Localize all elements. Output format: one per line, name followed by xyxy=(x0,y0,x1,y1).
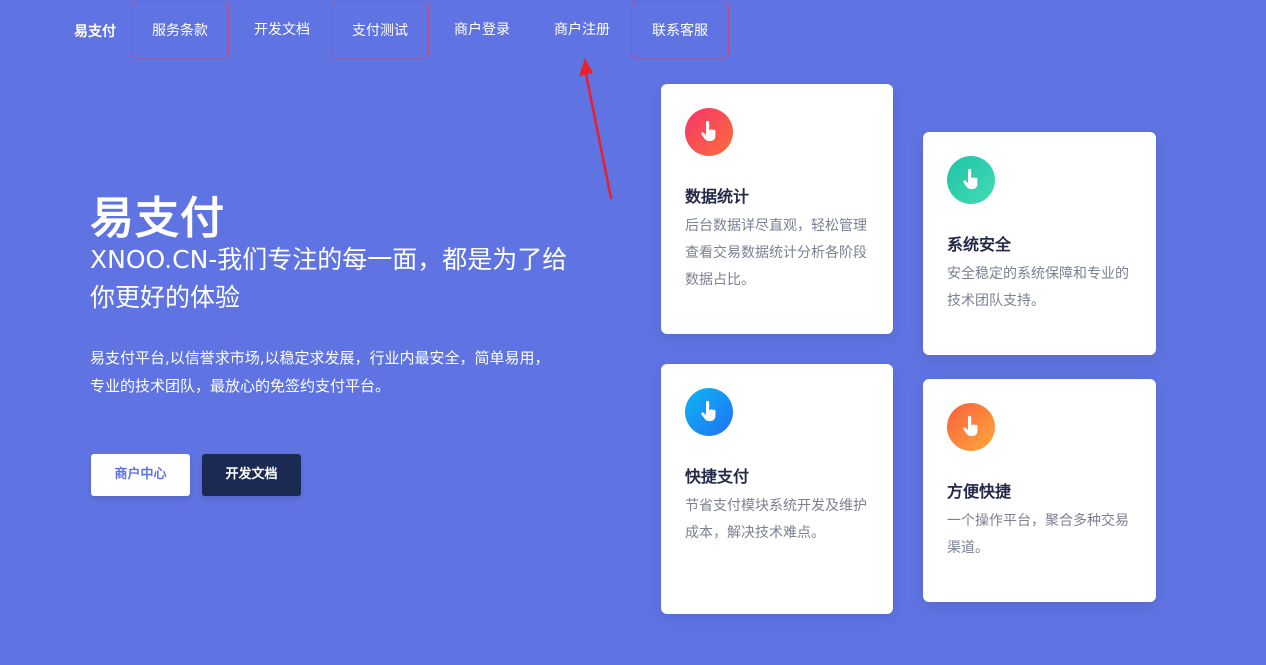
hand-pointer-icon xyxy=(947,403,995,451)
nav-item-dev-docs[interactable]: 开发文档 xyxy=(233,1,331,59)
feature-card-data-stats: 数据统计 后台数据详尽直观，轻松管理查看交易数据统计分析各阶段数据占比。 xyxy=(661,84,893,334)
annotation-arrow xyxy=(579,58,613,200)
card-title: 方便快捷 xyxy=(947,482,1012,501)
nav-item-terms[interactable]: 服务条款 xyxy=(131,1,229,59)
card-description: 一个操作平台，聚合多种交易渠道。 xyxy=(947,513,1129,556)
top-nav: 易支付 服务条款 开发文档 支付测试 商户登录 商户注册 联系客服 xyxy=(0,0,1266,62)
merchant-center-button[interactable]: 商户中心 xyxy=(91,454,190,496)
card-description: 节省支付模块系统开发及维护成本，解决技术难点。 xyxy=(685,498,867,541)
nav-brand[interactable]: 易支付 xyxy=(74,21,116,41)
feature-card-quick-pay: 快捷支付 节省支付模块系统开发及维护成本，解决技术难点。 xyxy=(661,364,893,614)
card-description: 后台数据详尽直观，轻松管理查看交易数据统计分析各阶段数据占比。 xyxy=(685,218,867,288)
hero-title: 易支付 xyxy=(90,193,225,244)
card-title: 系统安全 xyxy=(947,235,1012,254)
hand-pointer-icon xyxy=(947,156,995,204)
nav-item-merchant-login[interactable]: 商户登录 xyxy=(433,1,531,59)
hand-pointer-icon xyxy=(685,388,733,436)
hero-subtitle: XNOO.CN-我们专注的每一面，都是为了给你更好的体验 xyxy=(90,245,568,312)
card-description: 安全稳定的系统保障和专业的技术团队支持。 xyxy=(947,266,1129,309)
card-title: 快捷支付 xyxy=(685,467,750,486)
nav-item-merchant-register[interactable]: 商户注册 xyxy=(533,1,631,59)
nav-item-pay-test[interactable]: 支付测试 xyxy=(331,1,429,59)
hero-description: 易支付平台,以信誉求市场,以稳定求发展，行业内最安全，简单易用，专业的技术团队，… xyxy=(90,349,550,395)
card-title: 数据统计 xyxy=(685,187,750,206)
feature-card-convenient: 方便快捷 一个操作平台，聚合多种交易渠道。 xyxy=(923,379,1156,602)
hand-pointer-icon xyxy=(685,108,733,156)
nav-item-support[interactable]: 联系客服 xyxy=(631,1,729,59)
dev-docs-button[interactable]: 开发文档 xyxy=(202,454,301,496)
feature-card-security: 系统安全 安全稳定的系统保障和专业的技术团队支持。 xyxy=(923,132,1156,355)
